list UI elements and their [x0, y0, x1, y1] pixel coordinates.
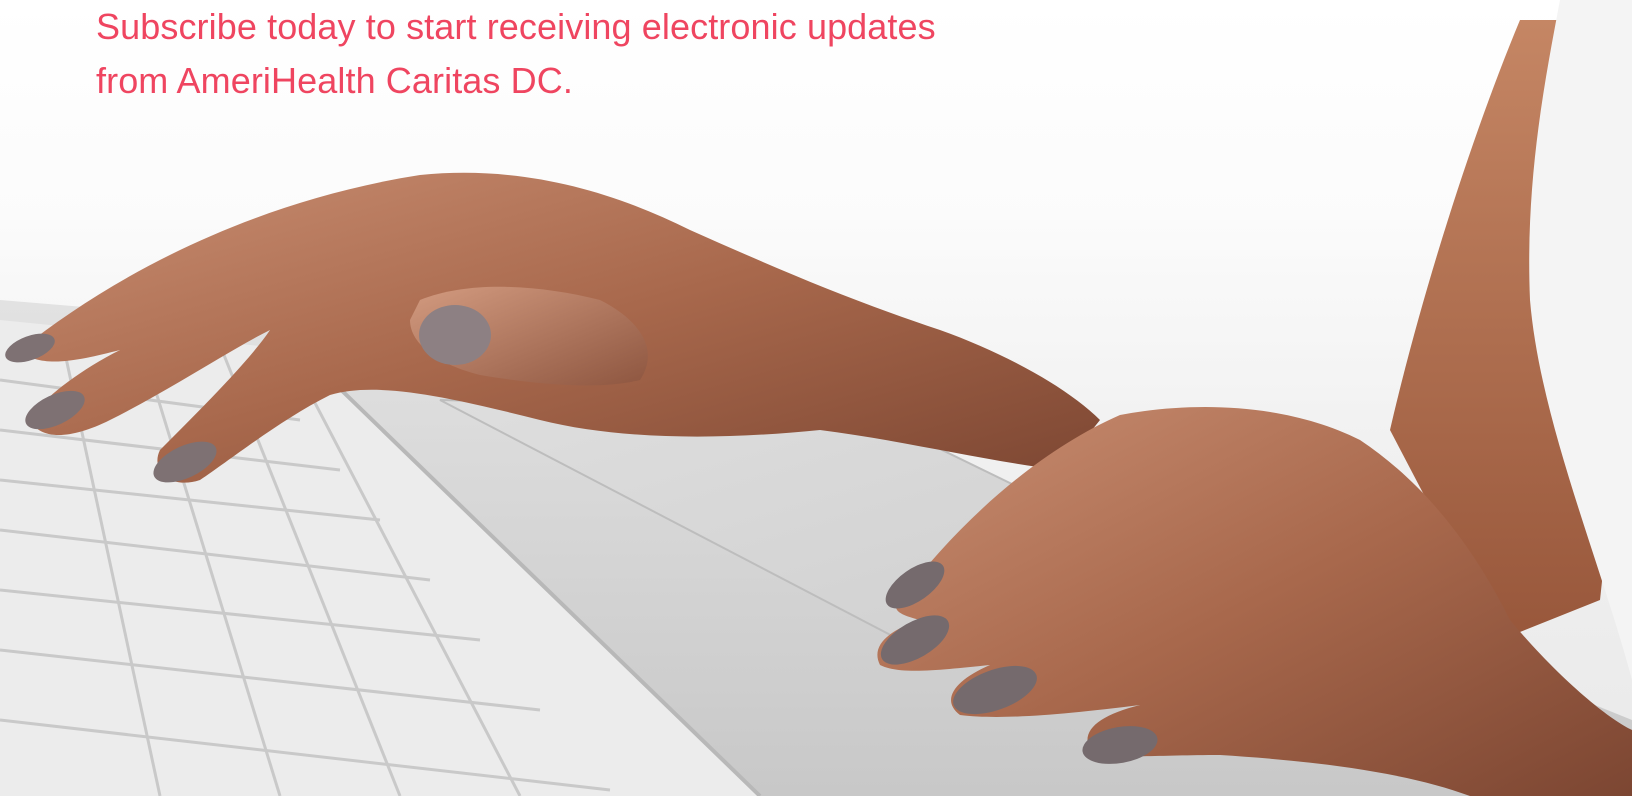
hero-banner: Subscribe today to start receiving elect… [0, 0, 1632, 796]
hero-photo-keyboard-hands [0, 0, 1632, 796]
subscribe-headline: Subscribe today to start receiving elect… [96, 0, 1096, 108]
headline-line-2: from AmeriHealth Caritas DC. [96, 60, 573, 101]
headline-line-1: Subscribe today to start receiving elect… [96, 6, 936, 47]
